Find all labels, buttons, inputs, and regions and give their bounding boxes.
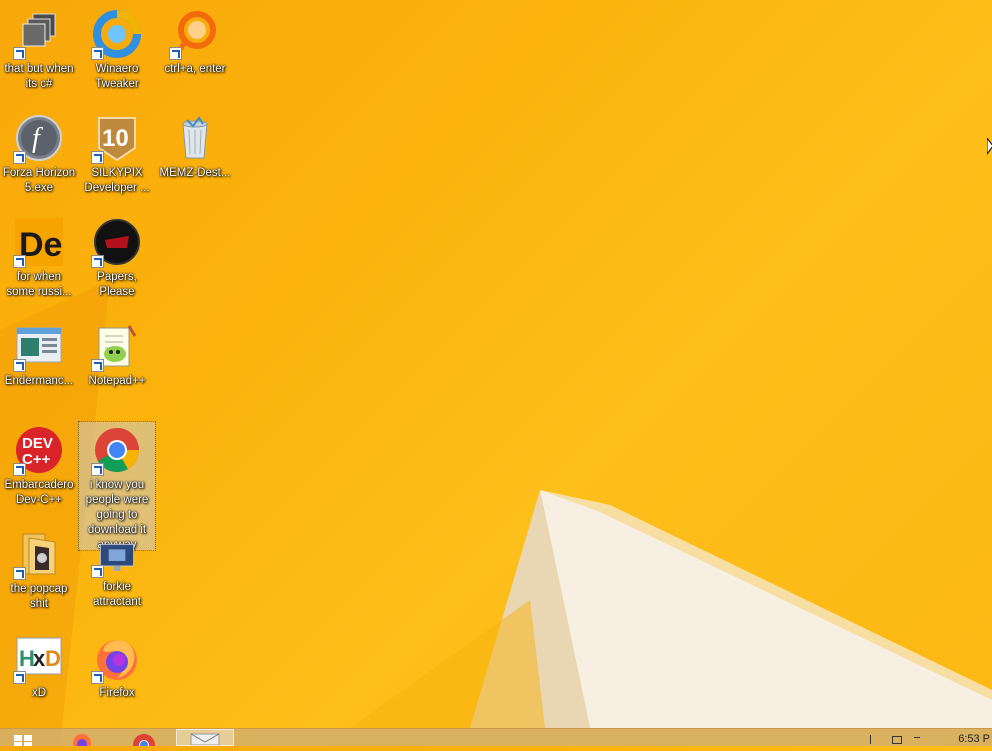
shortcut-arrow-icon (91, 151, 104, 164)
taskbar-clock[interactable]: 6:53 P (958, 733, 990, 745)
desktop-icon-label: xD (31, 687, 47, 699)
mouse-cursor-icon (987, 138, 992, 155)
desktop-icon-embarcadero-dev-cpp[interactable]: DEV C++ Embarcadero Dev-C++ (1, 422, 77, 508)
desktop-icon-label: for when some russi... (6, 271, 72, 298)
firefox-icon (73, 734, 91, 751)
shortcut-arrow-icon (13, 671, 26, 684)
desktop-icon-label: ctrl+a, enter (164, 63, 226, 75)
desktop-icon-memz-dest[interactable]: MEMZ-Dest... (157, 110, 233, 181)
desktop-icon-forkie-attractant[interactable]: forkie attractant (79, 526, 155, 610)
desktop-icon-label: MEMZ-Dest... (159, 167, 231, 179)
shortcut-arrow-icon (91, 463, 104, 476)
shortcut-arrow-icon (91, 255, 104, 268)
shortcut-arrow-icon (91, 47, 104, 60)
chrome-icon (133, 734, 155, 751)
desktop-icon-label: Notepad++ (88, 375, 146, 387)
desktop-icon-label: Papers, Please (97, 271, 137, 298)
desktop-icon-winaero-tweaker[interactable]: Winaero Tweaker (79, 6, 155, 92)
svg-text:D: D (45, 646, 61, 671)
recycle-bin-icon (182, 116, 208, 159)
shortcut-arrow-icon (91, 359, 104, 372)
shortcut-arrow-icon (91, 565, 104, 578)
desktop-icon-forza-horizon[interactable]: f Forza Horizon 5.exe (1, 110, 77, 196)
start-icon (14, 735, 32, 746)
desktop-icon-label: Endermanc... (4, 375, 74, 387)
svg-text:C++: C++ (22, 451, 51, 468)
desktop-icon-firefox[interactable]: Firefox (79, 630, 155, 701)
desktop-icon-label: Embarcadero Dev-C++ (4, 479, 74, 506)
taskbar-chrome[interactable] (118, 729, 170, 751)
start-button[interactable] (4, 729, 56, 746)
shortcut-arrow-icon (13, 567, 26, 580)
desktop-icon-endermanc[interactable]: Endermanc... (1, 318, 77, 389)
svg-text:10: 10 (102, 125, 129, 152)
shortcut-arrow-icon (13, 255, 26, 268)
desktop-icon-label: forkie attractant (93, 581, 141, 608)
desktop-icon-that-but-when-its-c[interactable]: that but when its c# (1, 6, 77, 92)
shortcut-arrow-icon (13, 151, 26, 164)
svg-text:DEV: DEV (22, 435, 53, 452)
tray-flag-icon[interactable] (870, 735, 879, 744)
taskbar-app-active[interactable] (176, 729, 234, 746)
desktop-icon-label: SILKYPIX Developer ... (84, 167, 150, 194)
desktop-icon-label: Forza Horizon 5.exe (2, 167, 76, 194)
taskbar: 6:53 P (0, 728, 992, 751)
desktop-icon-ctrl-a-enter[interactable]: ctrl+a, enter (157, 6, 233, 77)
tray-volume-icon[interactable] (914, 737, 920, 744)
desktop-icon-label: Winaero Tweaker (95, 63, 139, 90)
desktop-icon-papers-please[interactable]: Papers, Please (79, 214, 155, 300)
shortcut-arrow-icon (91, 671, 104, 684)
desktop-icon-label: the popcap shit (10, 583, 68, 610)
shortcut-arrow-icon (13, 47, 26, 60)
shortcut-arrow-icon (13, 463, 26, 476)
app-icon (190, 733, 220, 746)
taskbar-firefox[interactable] (60, 729, 112, 751)
tray-network-icon[interactable] (892, 736, 902, 744)
desktop: that but when its c# f Forza Horizon 5.e… (0, 0, 992, 728)
desktop-icon-for-when-some-russi[interactable]: De for when some russi... (1, 214, 77, 300)
desktop-icon-the-popcap-shit[interactable]: the popcap shit (1, 526, 77, 612)
shortcut-arrow-icon (13, 359, 26, 372)
desktop-icon-silkypix-developer[interactable]: 10 SILKYPIX Developer ... (79, 110, 155, 196)
shortcut-arrow-icon (169, 47, 182, 60)
desktop-icon-label: Firefox (99, 687, 135, 699)
desktop-icon-xd[interactable]: H x D xD (1, 630, 77, 701)
desktop-icon-label: that but when its c# (4, 63, 74, 90)
desktop-icon-notepad-plus-plus[interactable]: Notepad++ (79, 318, 155, 389)
